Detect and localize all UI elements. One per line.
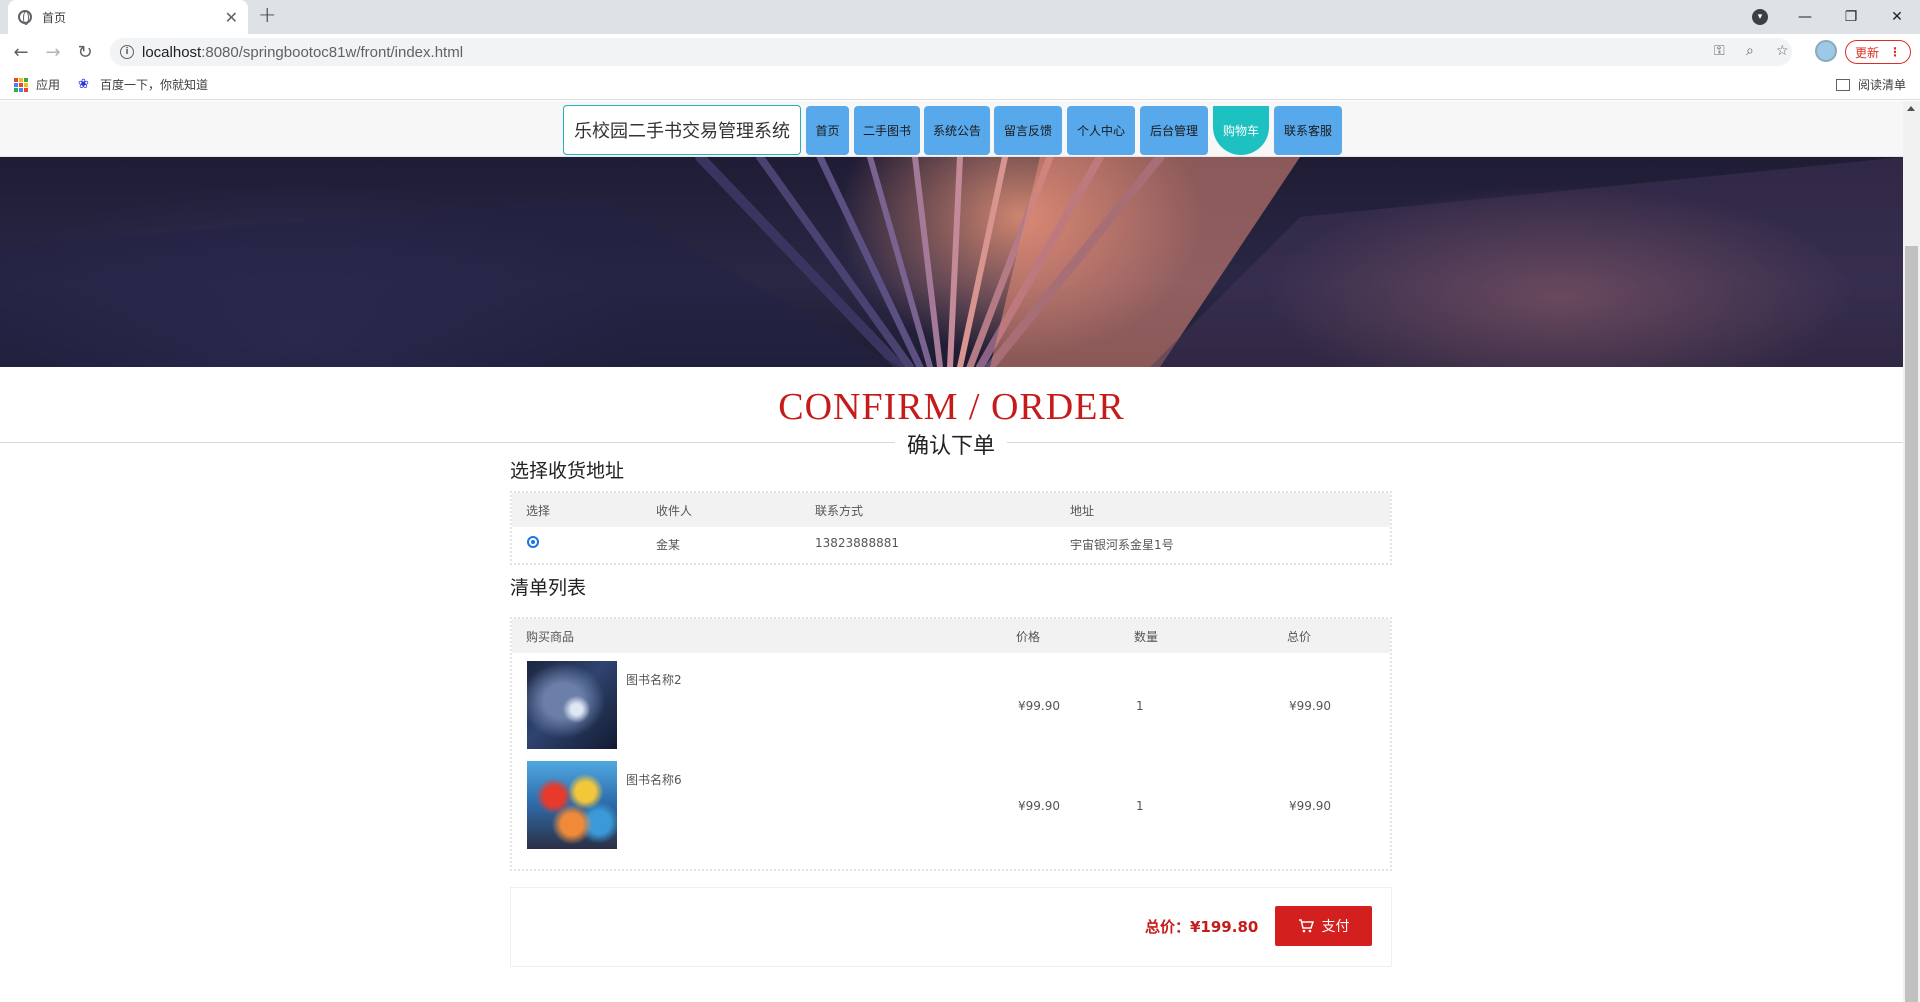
book-quantity: 1 bbox=[1136, 699, 1144, 713]
globe-icon bbox=[18, 10, 32, 25]
book-name[interactable]: 图书名称2 bbox=[626, 671, 682, 688]
top-navigation: 乐校园二手书交易管理系统 首页 二手图书 系统公告 留言反馈 个人中心 后台管理… bbox=[0, 101, 1903, 157]
chevron-down-icon[interactable]: ▾ bbox=[1752, 9, 1768, 25]
nav-item-profile[interactable]: 个人中心 bbox=[1067, 106, 1135, 155]
recipient-address: 宇宙银河系金星1号 bbox=[1070, 538, 1174, 552]
col-header-total: 总价 bbox=[1287, 630, 1312, 644]
tab-title: 首页 bbox=[42, 10, 67, 25]
col-header-price: 价格 bbox=[1016, 630, 1041, 644]
book-price: ¥99.90 bbox=[1018, 699, 1060, 713]
book-name[interactable]: 图书名称6 bbox=[626, 771, 682, 788]
payment-panel: 总价：¥199.80 支付 bbox=[510, 887, 1392, 967]
address-bar[interactable]: i localhost:8080/springbootoc81w/front/i… bbox=[110, 38, 1792, 66]
update-button[interactable]: 更新 ⋮ bbox=[1845, 40, 1911, 64]
col-header-phone: 联系方式 bbox=[815, 504, 864, 518]
col-header-recipient: 收件人 bbox=[656, 504, 693, 518]
col-header-product: 购买商品 bbox=[526, 630, 575, 644]
cart-icon bbox=[1298, 919, 1314, 933]
info-icon[interactable]: i bbox=[120, 45, 134, 59]
nav-item-announcements[interactable]: 系统公告 bbox=[924, 106, 990, 155]
address-table: 选择 收件人 联系方式 地址 金某 13823888881 宇宙银河系金星1号 bbox=[510, 491, 1392, 565]
browser-toolbar: ← → ↻ i localhost:8080/springbootoc81w/f… bbox=[0, 34, 1920, 70]
address-table-header: 选择 收件人 联系方式 地址 bbox=[512, 493, 1390, 527]
scroll-up-arrow-icon[interactable] bbox=[1907, 106, 1915, 111]
reload-icon[interactable]: ↻ bbox=[74, 41, 96, 63]
browser-tab[interactable]: 首页 ✕ bbox=[8, 0, 248, 34]
order-row: 图书名称6 ¥99.90 1 ¥99.90 bbox=[512, 759, 1390, 865]
star-icon[interactable]: ☆ bbox=[1776, 43, 1789, 59]
bookmark-apps[interactable]: 应用 bbox=[14, 76, 60, 93]
zoom-icon[interactable]: ⌕ bbox=[1746, 43, 1754, 59]
back-arrow-icon[interactable]: ← bbox=[10, 41, 32, 63]
recipient-phone: 13823888881 bbox=[815, 536, 899, 550]
nav-item-customer-service[interactable]: 联系客服 bbox=[1274, 106, 1342, 155]
order-total: 总价：¥199.80 bbox=[1145, 918, 1259, 936]
bookmarks-bar: 应用 ❀ 百度一下，你就知道 阅读清单 bbox=[0, 70, 1920, 100]
recipient-name: 金某 bbox=[656, 538, 681, 552]
browser-tabstrip: 首页 ✕ + ▾ — ❐ ✕ bbox=[0, 0, 1920, 34]
book-cover-image[interactable] bbox=[527, 661, 617, 749]
banner-image bbox=[0, 157, 1903, 367]
bookmark-baidu[interactable]: ❀ 百度一下，你就知道 bbox=[78, 76, 208, 93]
col-header-select: 选择 bbox=[526, 504, 551, 518]
nav-item-feedback[interactable]: 留言反馈 bbox=[994, 106, 1062, 155]
order-list-section-title: 清单列表 bbox=[510, 577, 587, 599]
minimize-button[interactable]: — bbox=[1782, 0, 1828, 34]
restore-button[interactable]: ❐ bbox=[1828, 0, 1874, 34]
book-total: ¥99.90 bbox=[1289, 699, 1331, 713]
pay-button[interactable]: 支付 bbox=[1275, 906, 1372, 946]
page-scrollbar[interactable] bbox=[1903, 101, 1920, 1002]
forward-arrow-icon[interactable]: → bbox=[42, 41, 64, 63]
col-header-quantity: 数量 bbox=[1134, 630, 1159, 644]
book-cover-image[interactable] bbox=[527, 761, 617, 849]
nav-item-admin[interactable]: 后台管理 bbox=[1140, 106, 1208, 155]
address-row[interactable]: 金某 13823888881 宇宙银河系金星1号 bbox=[512, 527, 1390, 563]
close-tab-icon[interactable]: ✕ bbox=[225, 8, 238, 27]
order-table-header: 购买商品 价格 数量 总价 bbox=[512, 619, 1390, 653]
nav-item-cart[interactable]: 购物车 bbox=[1213, 106, 1269, 155]
col-header-address: 地址 bbox=[1070, 504, 1095, 518]
address-radio[interactable] bbox=[527, 536, 539, 548]
close-window-button[interactable]: ✕ bbox=[1874, 0, 1920, 34]
nav-item-used-books[interactable]: 二手图书 bbox=[854, 106, 920, 155]
address-section-title: 选择收货地址 bbox=[510, 460, 625, 482]
book-price: ¥99.90 bbox=[1018, 799, 1060, 813]
book-total: ¥99.90 bbox=[1289, 799, 1331, 813]
site-title: 乐校园二手书交易管理系统 bbox=[563, 105, 801, 155]
page: 乐校园二手书交易管理系统 首页 二手图书 系统公告 留言反馈 个人中心 后台管理… bbox=[0, 101, 1903, 1002]
page-heading-en: CONFIRM / ORDER bbox=[778, 386, 1125, 428]
order-row: 图书名称2 ¥99.90 1 ¥99.90 bbox=[512, 653, 1390, 759]
key-icon[interactable]: ⚿ bbox=[1714, 43, 1725, 59]
new-tab-button[interactable]: + bbox=[258, 3, 276, 28]
url-text: localhost:8080/springbootoc81w/front/ind… bbox=[142, 43, 464, 61]
scrollbar-thumb[interactable] bbox=[1905, 246, 1918, 1002]
open-book-illustration bbox=[0, 157, 1903, 367]
more-icon: ⋮ bbox=[1889, 45, 1901, 59]
avatar[interactable] bbox=[1815, 40, 1837, 62]
nav-item-home[interactable]: 首页 bbox=[806, 106, 849, 155]
reading-list-icon bbox=[1836, 78, 1850, 91]
apps-grid-icon bbox=[14, 77, 28, 92]
pay-button-label: 支付 bbox=[1321, 919, 1350, 935]
order-table: 购买商品 价格 数量 总价 图书名称2 ¥99.90 1 ¥99.90 图书名称… bbox=[510, 617, 1392, 871]
baidu-paw-icon: ❀ bbox=[78, 76, 89, 92]
page-heading-cn: 确认下单 bbox=[895, 428, 1007, 460]
book-quantity: 1 bbox=[1136, 799, 1144, 813]
reading-list-button[interactable]: 阅读清单 bbox=[1836, 76, 1906, 93]
